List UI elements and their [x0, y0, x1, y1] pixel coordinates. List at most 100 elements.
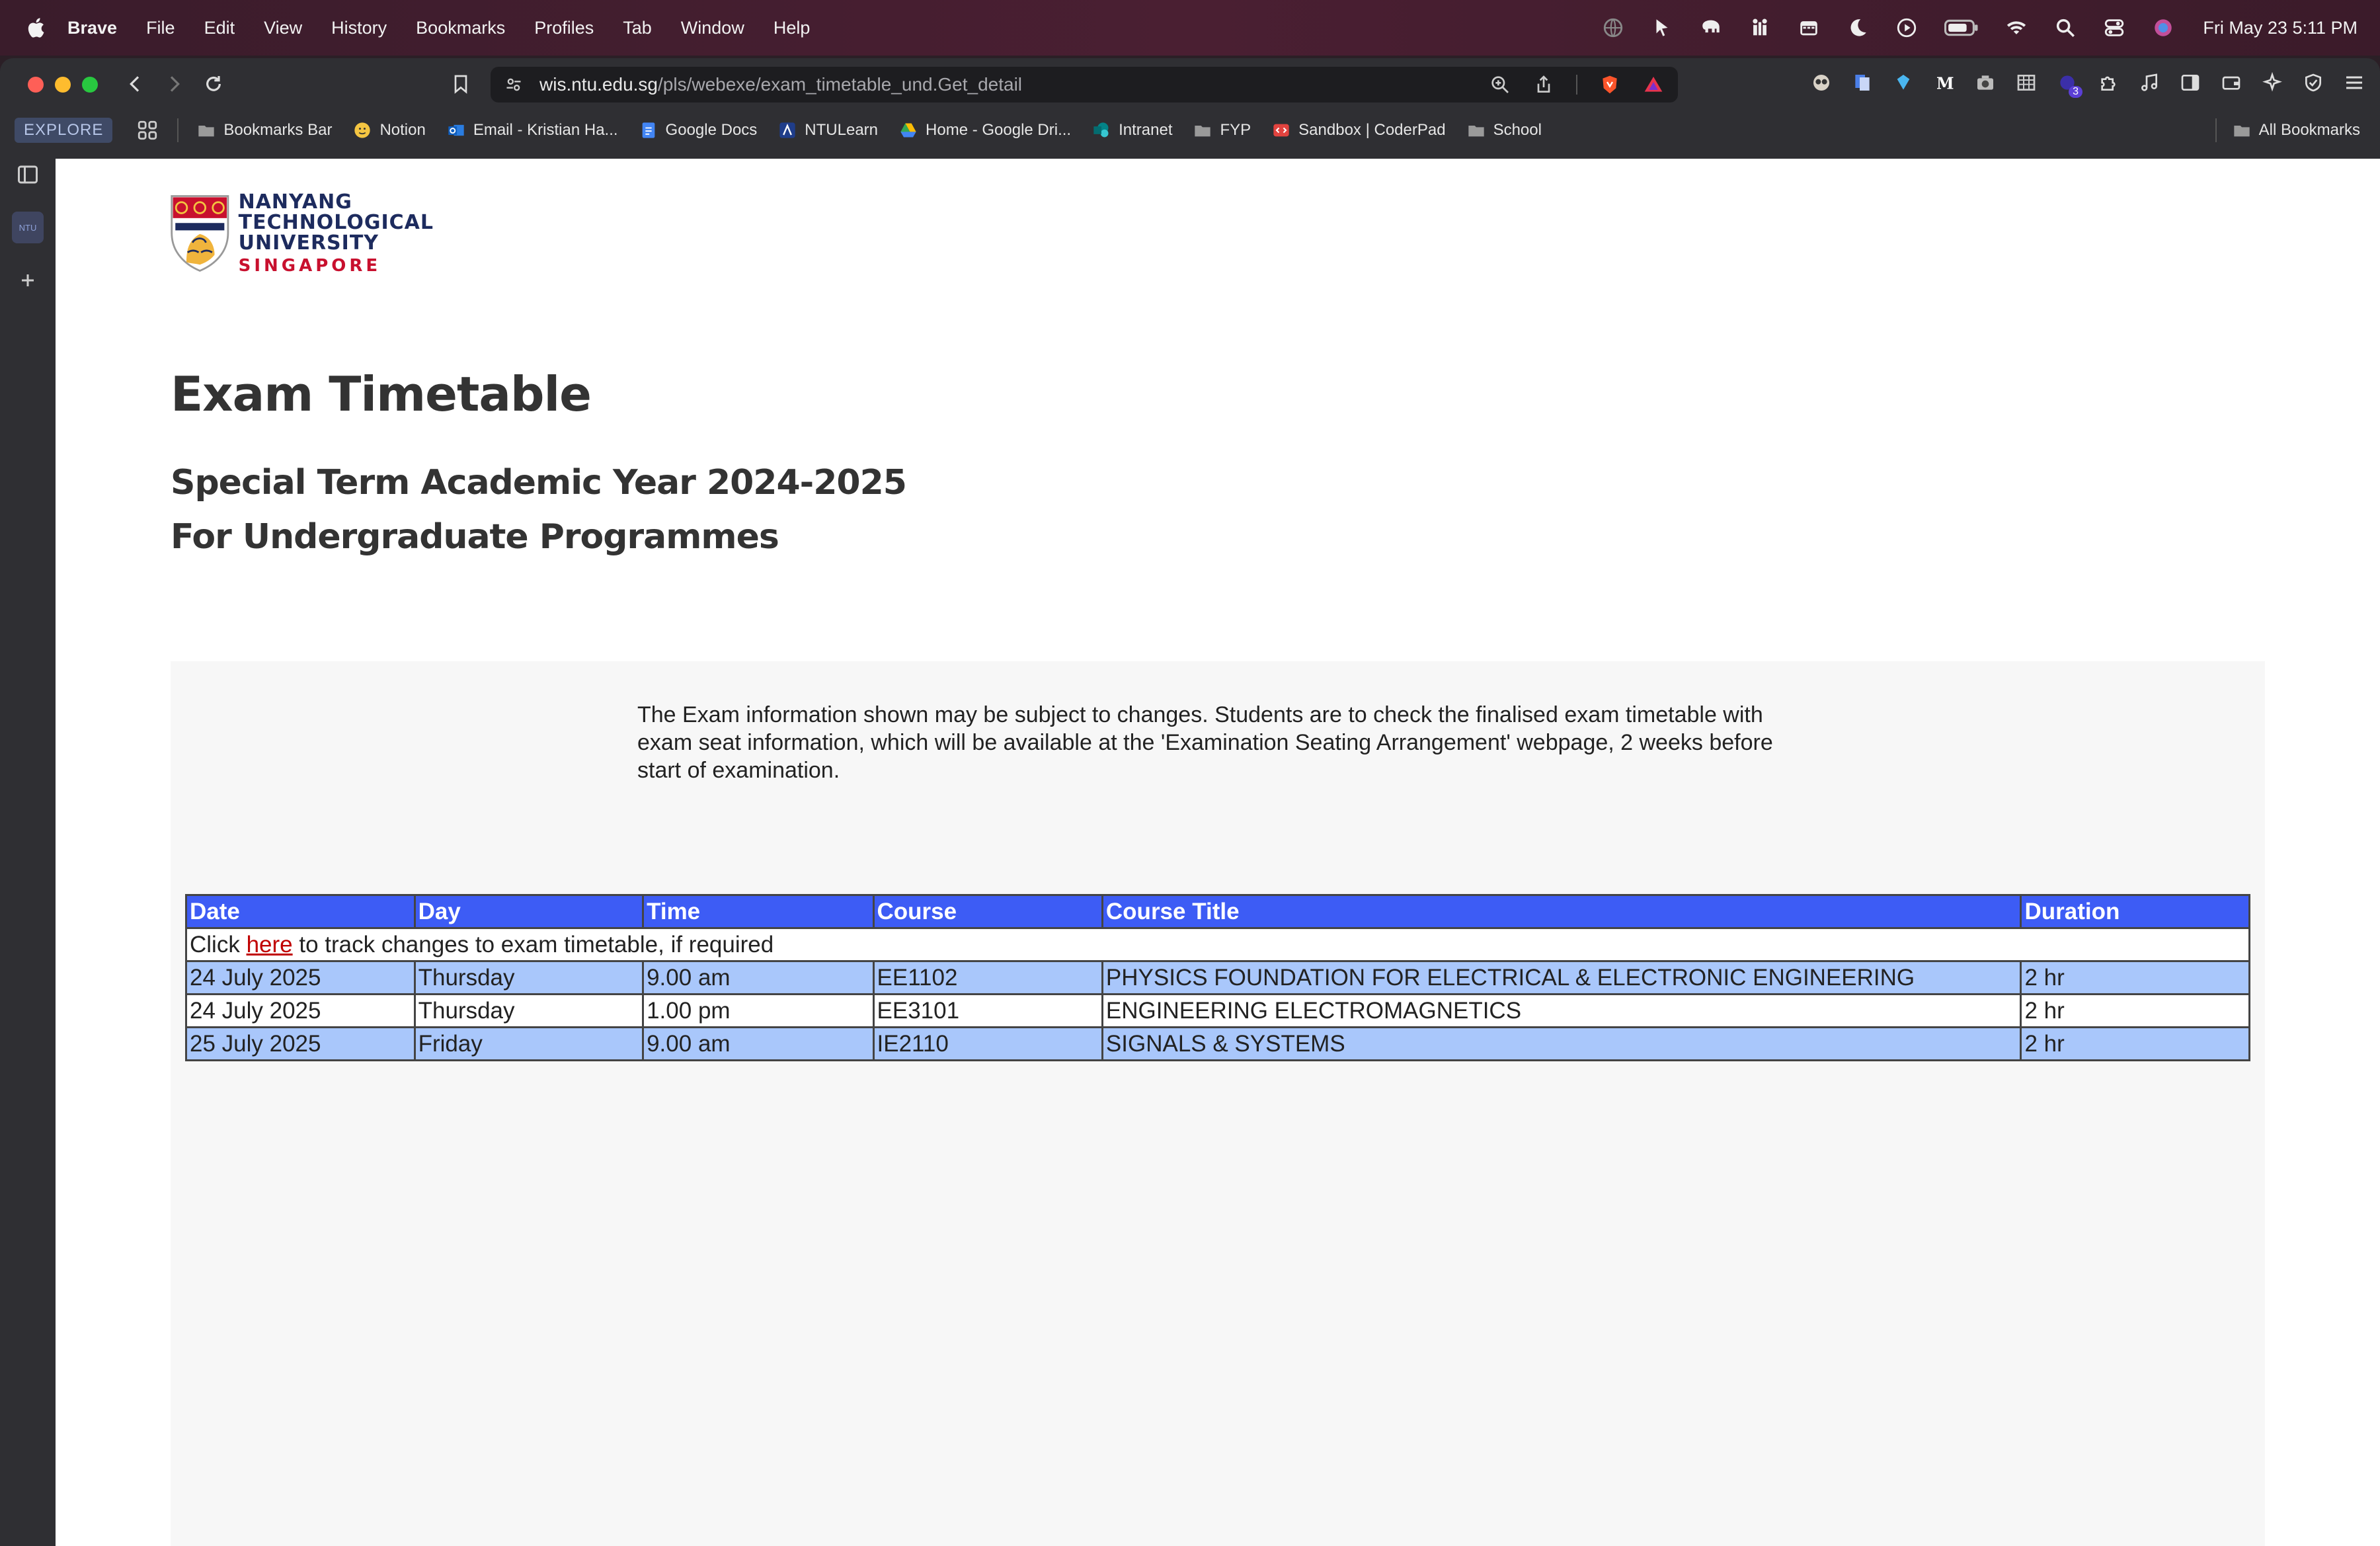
vpn-shield-icon[interactable]: [2302, 71, 2324, 94]
gem-extension-icon[interactable]: [1892, 71, 1915, 94]
browser-window: wis.ntu.edu.sg/pls/webexe/exam_timetable…: [0, 58, 2380, 1546]
google-drive-icon: [899, 121, 918, 140]
menu-file[interactable]: File: [146, 18, 175, 38]
bookmark-fyp[interactable]: FYP: [1193, 121, 1251, 140]
purple-extension-icon[interactable]: 3: [2056, 71, 2082, 98]
menu-app-name[interactable]: Brave: [67, 18, 117, 38]
header-day: Day: [413, 894, 645, 929]
tab-ntu[interactable]: NTU: [12, 212, 44, 243]
macos-menu-bar: Brave File Edit View History Bookmarks P…: [0, 0, 2380, 56]
menu-tab[interactable]: Tab: [623, 18, 652, 38]
bookmark-label: School: [1493, 121, 1542, 139]
control-center-icon[interactable]: [2102, 16, 2126, 40]
medium-extension-icon[interactable]: M: [1933, 71, 1956, 94]
window-close-button[interactable]: [28, 77, 44, 93]
header-date: Date: [185, 894, 416, 929]
menu-edit[interactable]: Edit: [204, 18, 235, 38]
figures-icon[interactable]: [1748, 16, 1772, 40]
menu-window[interactable]: Window: [681, 18, 744, 38]
bookmark-label: Home - Google Dri...: [926, 121, 1072, 139]
camera-extension-icon[interactable]: [1974, 71, 1997, 94]
grid-icon[interactable]: [136, 119, 159, 142]
bookmark-bookmarks-bar[interactable]: Bookmarks Bar: [197, 121, 332, 140]
bookmark-page-button[interactable]: [447, 70, 475, 98]
menu-help[interactable]: Help: [774, 18, 811, 38]
sidebar-toggle-icon[interactable]: [2179, 71, 2202, 94]
ntu-logo[interactable]: NANYANG TECHNOLOGICAL UNIVERSITY SINGAPO…: [169, 188, 434, 283]
owl-extension-icon[interactable]: [1810, 71, 1833, 94]
menu-history[interactable]: History: [331, 18, 387, 38]
menu-view[interactable]: View: [264, 18, 302, 38]
play-icon[interactable]: [1895, 16, 1919, 40]
track-changes-link[interactable]: here: [247, 932, 293, 957]
all-bookmarks-button[interactable]: All Bookmarks: [2215, 110, 2360, 151]
url-path: /pls/webexe/exam_timetable_und.Get_detai…: [658, 74, 1023, 95]
bookmark-label: Google Docs: [665, 121, 758, 139]
cell-duration: 2 hr: [2020, 1026, 2250, 1061]
bookmark-coderpad[interactable]: Sandbox | CoderPad: [1272, 121, 1446, 140]
hamburger-menu-icon[interactable]: [2343, 71, 2365, 94]
document-extension-icon[interactable]: [1851, 71, 1874, 94]
folder-icon: [1193, 121, 1212, 140]
bookmark-notion[interactable]: Notion: [353, 121, 426, 140]
siri-icon[interactable]: [2151, 16, 2175, 40]
timetable-panel: The Exam information shown may be subjec…: [171, 661, 2265, 1546]
bookmarks-separator: [177, 118, 179, 142]
bookmark-google-drive[interactable]: Home - Google Dri...: [899, 121, 1071, 140]
calendar-icon[interactable]: [1797, 16, 1821, 40]
bookmark-school[interactable]: School: [1467, 121, 1542, 140]
site-settings-icon[interactable]: [504, 75, 524, 95]
bookmark-label: Notion: [379, 121, 426, 139]
outlook-icon: [447, 121, 465, 140]
cell-day: Thursday: [413, 960, 645, 995]
folder-icon: [2233, 121, 2251, 140]
menu-bookmarks[interactable]: Bookmarks: [416, 18, 505, 38]
cell-course-title: ENGINEERING ELECTROMAGNETICS: [1101, 993, 2022, 1028]
back-button[interactable]: [122, 70, 149, 98]
extensions-area: M 3: [1810, 71, 2365, 98]
bookmark-ntulearn[interactable]: NTULearn: [778, 121, 878, 140]
plus-icon: [22, 274, 34, 286]
wifi-icon[interactable]: [2004, 16, 2028, 40]
bookmark-google-docs[interactable]: Google Docs: [639, 121, 758, 140]
sidebar-toggle-button[interactable]: [12, 159, 44, 190]
elephant-icon[interactable]: [1699, 16, 1723, 40]
window-zoom-button[interactable]: [82, 77, 98, 93]
bookmark-email[interactable]: Email - Kristian Ha...: [447, 121, 618, 140]
sidebar-icon: [18, 165, 38, 184]
reload-button[interactable]: [200, 70, 227, 98]
address-bar-actions: [1489, 67, 1665, 102]
bookmark-intranet[interactable]: Intranet: [1092, 121, 1172, 140]
puzzle-extensions-icon[interactable]: [2097, 71, 2120, 94]
logo-line-4: SINGAPORE: [238, 256, 381, 276]
zoom-icon[interactable]: [1489, 73, 1511, 96]
spotlight-search-icon[interactable]: [2053, 16, 2077, 40]
cursor-icon[interactable]: [1650, 16, 1674, 40]
track-changes-suffix: to track changes to exam timetable, if r…: [292, 931, 774, 957]
battery-icon[interactable]: [1944, 16, 1979, 40]
brave-shields-icon[interactable]: [1599, 73, 1621, 96]
share-icon[interactable]: [1532, 73, 1555, 96]
music-note-icon[interactable]: [2138, 71, 2161, 94]
moon-icon[interactable]: [1846, 16, 1870, 40]
ntu-wordmark: NANYANG TECHNOLOGICAL UNIVERSITY SINGAPO…: [239, 192, 434, 283]
brave-rewards-icon[interactable]: [1642, 73, 1665, 96]
new-tab-button[interactable]: [12, 264, 44, 296]
bookmark-label: Intranet: [1119, 121, 1173, 139]
leo-ai-icon[interactable]: [2261, 71, 2283, 94]
window-minimize-button[interactable]: [55, 77, 71, 93]
address-bar[interactable]: wis.ntu.edu.sg/pls/webexe/exam_timetable…: [491, 67, 1678, 102]
menu-bar-clock[interactable]: Fri May 23 5:11 PM: [2203, 18, 2358, 38]
track-changes-cell: Click here to track changes to exam time…: [185, 927, 2250, 962]
globe-icon[interactable]: [1601, 16, 1625, 40]
apple-menu-icon[interactable]: [26, 17, 45, 38]
wallet-icon[interactable]: [2220, 71, 2242, 94]
url-text[interactable]: wis.ntu.edu.sg/pls/webexe/exam_timetable…: [539, 74, 1022, 95]
forward-button[interactable]: [160, 70, 188, 98]
explore-button[interactable]: EXPLORE: [15, 118, 113, 143]
ntulearn-icon: [778, 121, 797, 140]
vertical-tab-strip: NTU: [0, 151, 56, 1546]
chevron-left-icon: [130, 76, 139, 92]
menu-profiles[interactable]: Profiles: [534, 18, 594, 38]
table-extension-icon[interactable]: [2015, 71, 2038, 94]
